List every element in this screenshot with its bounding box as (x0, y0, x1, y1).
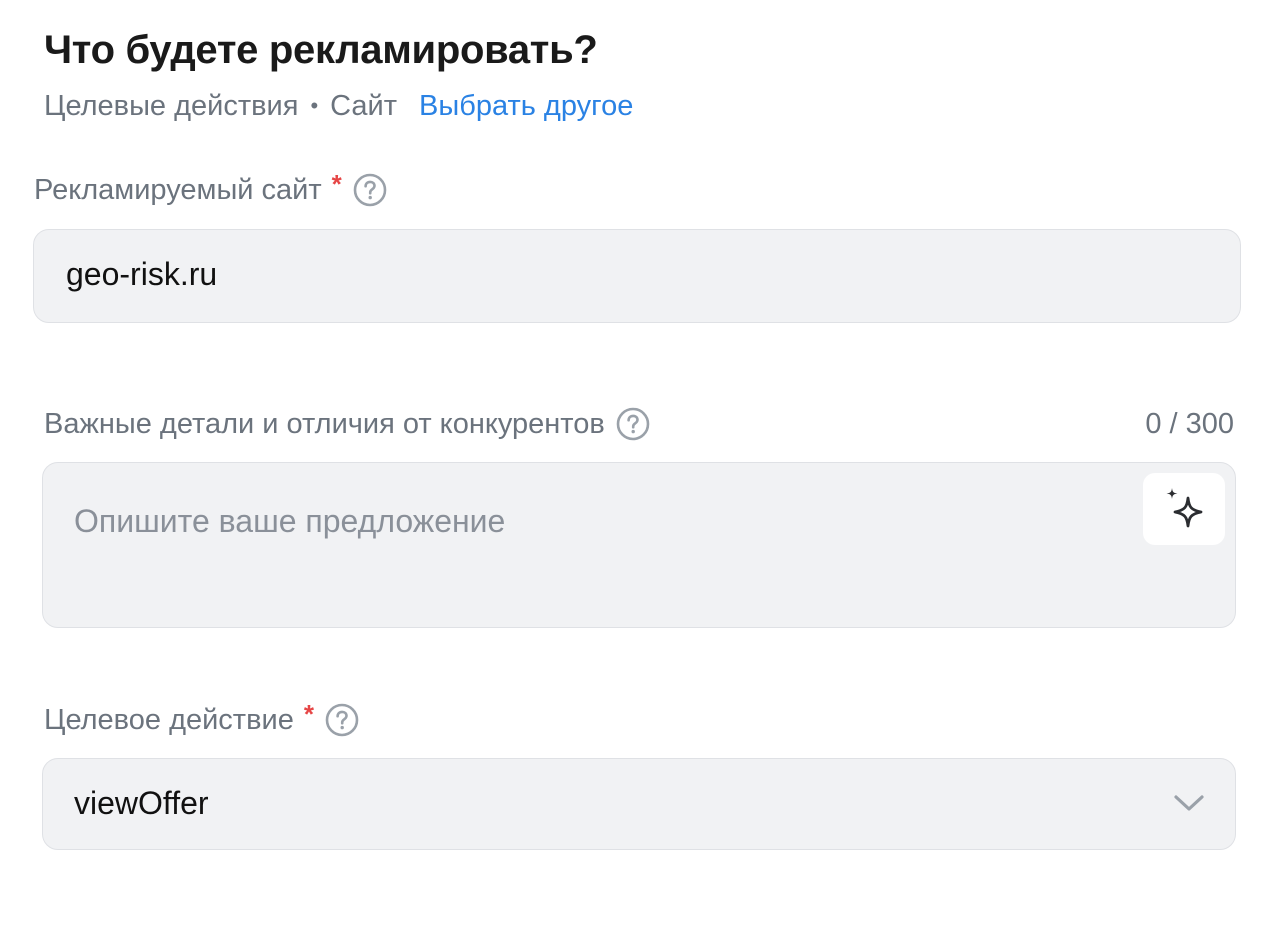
details-field-label: Важные детали и отличия от конкурентов (44, 404, 651, 444)
site-field-label: Рекламируемый сайт * (34, 168, 388, 210)
sparkles-icon (1157, 482, 1211, 536)
target-action-select[interactable]: viewOffer (42, 758, 1236, 850)
ad-object-summary: Целевые действия • Сайт Выбрать другое (44, 84, 633, 128)
objective-text: Целевые действия (44, 89, 299, 122)
character-counter: 0 / 300 (1145, 408, 1234, 440)
chevron-down-icon[interactable] (1171, 791, 1207, 815)
separator-dot: • (310, 93, 319, 118)
details-label-text: Важные детали и отличия от конкурентов (44, 407, 605, 440)
site-label-text: Рекламируемый сайт (34, 173, 322, 206)
action-field-label: Целевое действие * (44, 698, 360, 740)
action-label-text: Целевое действие (44, 703, 294, 736)
ai-generate-button[interactable] (1143, 473, 1225, 545)
details-textarea[interactable]: Опишите ваше предложение (42, 462, 1236, 628)
site-input-value: geo-risk.ru (66, 256, 218, 292)
question-circle-icon[interactable] (324, 702, 360, 738)
question-circle-icon[interactable] (615, 406, 651, 442)
required-asterisk: * (331, 168, 342, 199)
site-input[interactable]: geo-risk.ru (33, 229, 1241, 323)
required-asterisk: * (303, 698, 314, 729)
details-placeholder: Опишите ваше предложение (74, 503, 506, 539)
choose-other-link[interactable]: Выбрать другое (419, 90, 633, 123)
ad-object-form: Что будете рекламировать? Целевые действ… (0, 0, 1280, 926)
question-circle-icon[interactable] (352, 172, 388, 208)
object-type-text: Сайт (330, 89, 398, 122)
page-title: Что будете рекламировать? (44, 28, 598, 72)
target-action-value: viewOffer (74, 785, 209, 821)
